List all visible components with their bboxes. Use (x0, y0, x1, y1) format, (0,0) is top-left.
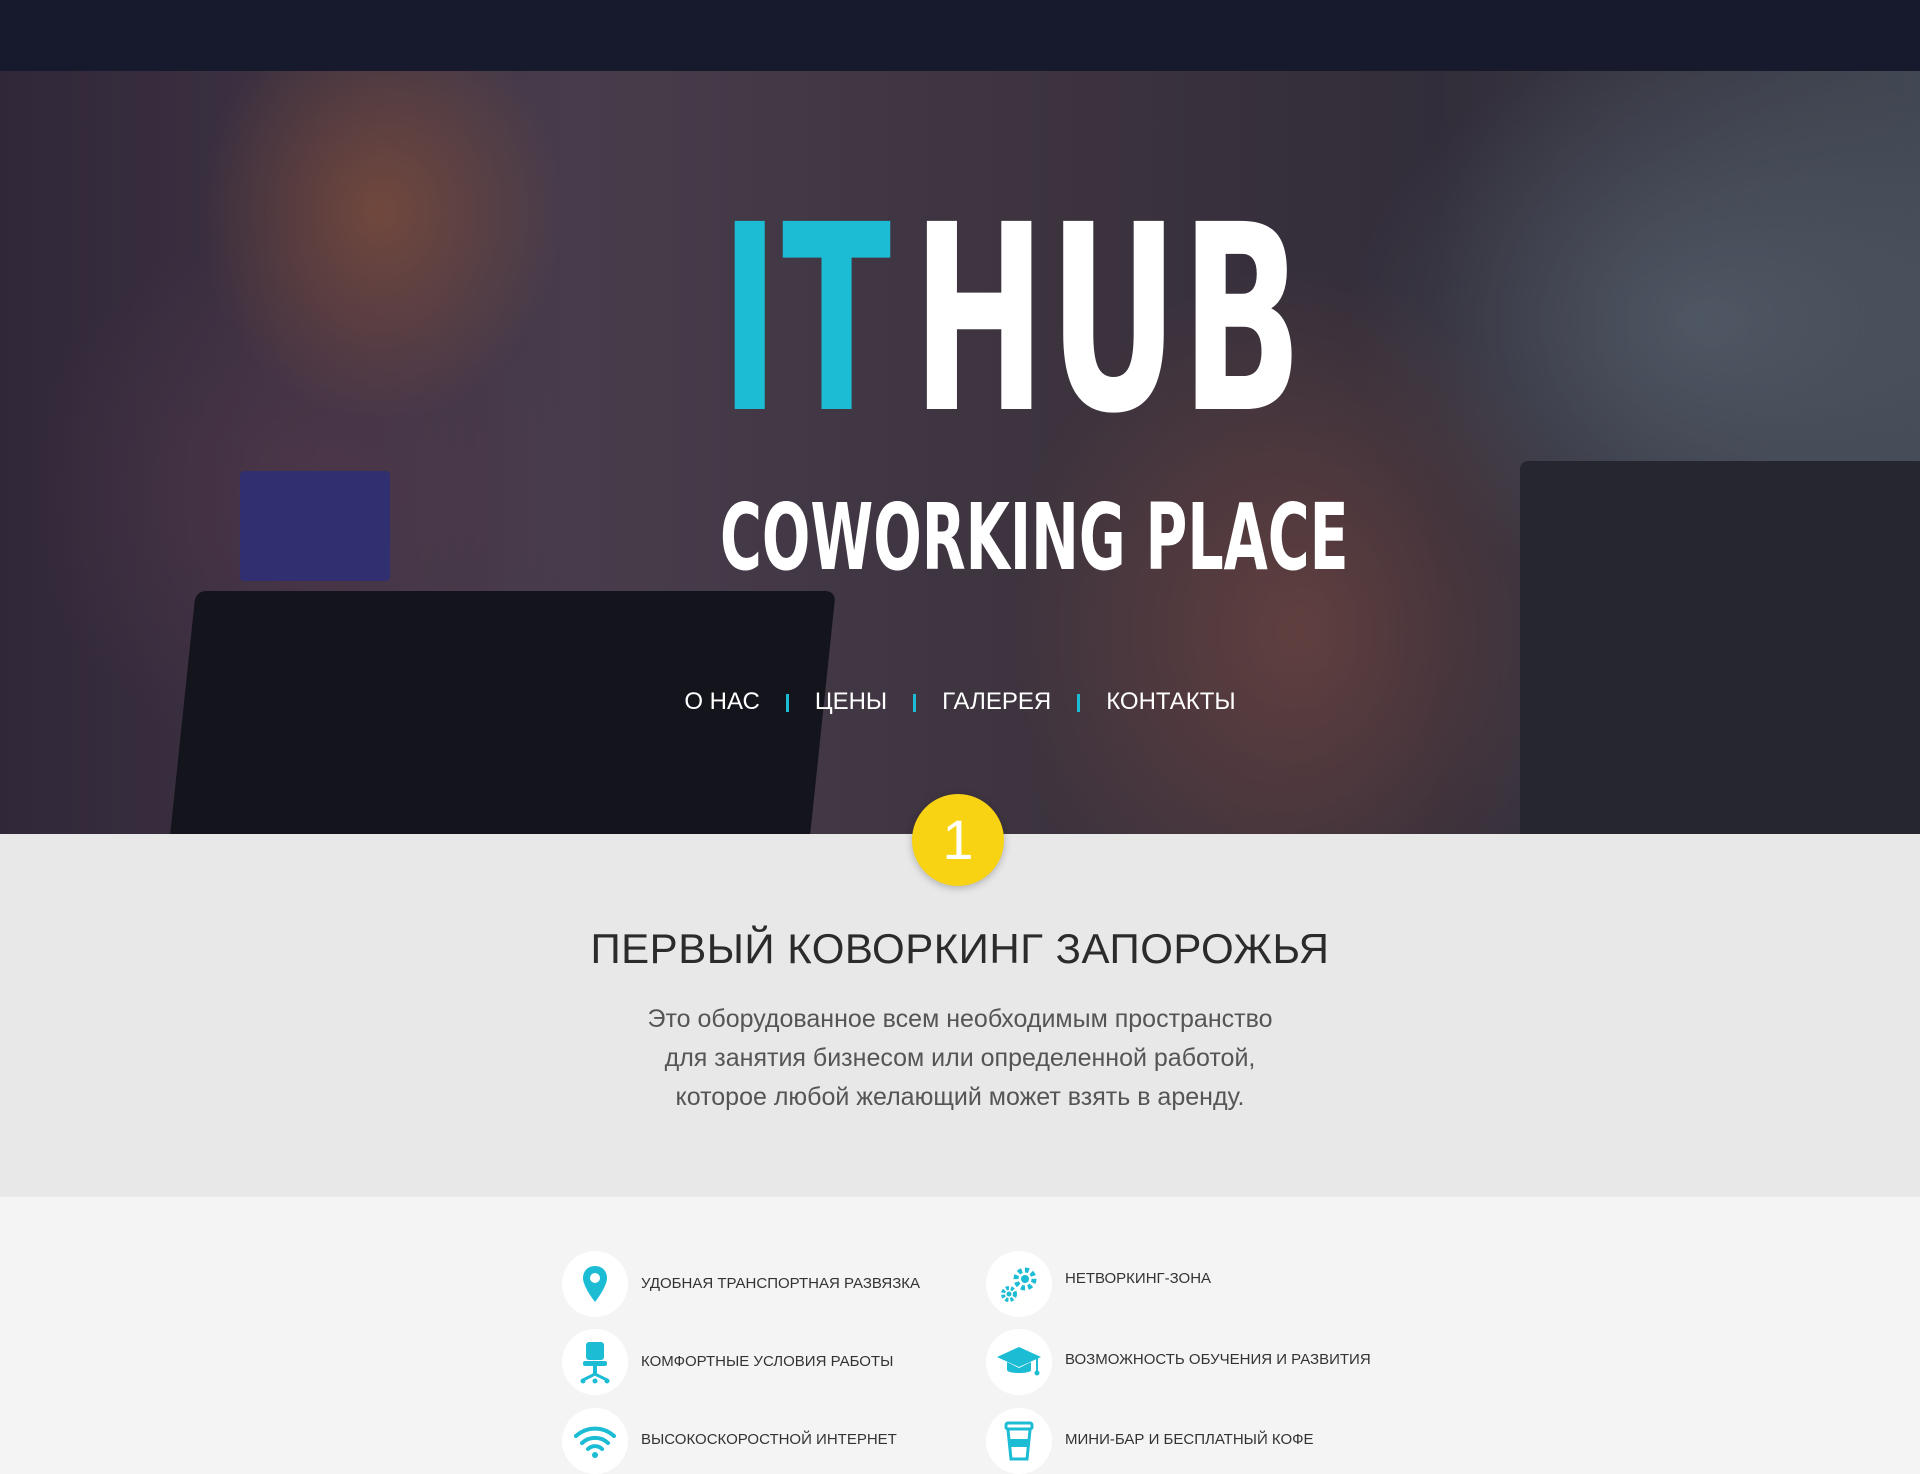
section-number-badge: 1 (912, 794, 1004, 886)
features-section (0, 1197, 1920, 1460)
nav-separator (913, 693, 917, 712)
site-logo[interactable]: ITHUB COWORKING PLACE (720, 190, 1349, 584)
graduation-cap-icon (986, 1329, 1052, 1395)
feature-label: Нетворкинг-зона (1065, 1270, 1212, 1287)
coffee-cup-icon (986, 1408, 1052, 1474)
feature-label: Возможность обучения и развития (1065, 1351, 1371, 1368)
gears-icon (986, 1251, 1052, 1317)
nav-link-prices[interactable]: ЦЕНЫ (815, 688, 887, 716)
feature-label: Удобная транспортная развязка (641, 1275, 921, 1292)
nav-separator (1077, 693, 1081, 712)
about-text-line: для занятия бизнесом или определенной ра… (664, 1044, 1256, 1072)
feature-label: Высокоскоростной интернет (641, 1431, 897, 1448)
nav-separator (785, 693, 789, 712)
feature-label: Мини-бар и бесплатный кофе (1065, 1431, 1314, 1448)
logo-tagline: COWORKING PLACE (720, 484, 1349, 591)
nav-link-contacts[interactable]: КОНТАКТЫ (1106, 688, 1235, 716)
wifi-icon (562, 1408, 628, 1474)
main-nav: О НАС ЦЕНЫ ГАЛЕРЕЯ КОНТАКТЫ (0, 688, 1920, 716)
feature-label: Комфортные условия работы (641, 1353, 894, 1370)
about-text-line: Это оборудованное всем необходимым прост… (647, 1005, 1273, 1033)
about-text-line: которое любой желающий может взять в аре… (675, 1083, 1245, 1111)
office-chair-icon (562, 1329, 628, 1395)
nav-link-about[interactable]: О НАС (684, 688, 759, 716)
logo-word-hub: HUB (912, 170, 1306, 470)
logo-word-it: IT (720, 170, 894, 470)
top-bar (0, 0, 1920, 71)
nav-link-gallery[interactable]: ГАЛЕРЕЯ (942, 688, 1051, 716)
about-title: ПЕРВЫЙ КОВОРКИНГ ЗАПОРОЖЬЯ (590, 925, 1330, 972)
logo-main: ITHUB (720, 190, 1303, 450)
map-pin-icon (562, 1251, 628, 1317)
about-text: Это оборудованное всем необходимым прост… (560, 1000, 1360, 1117)
